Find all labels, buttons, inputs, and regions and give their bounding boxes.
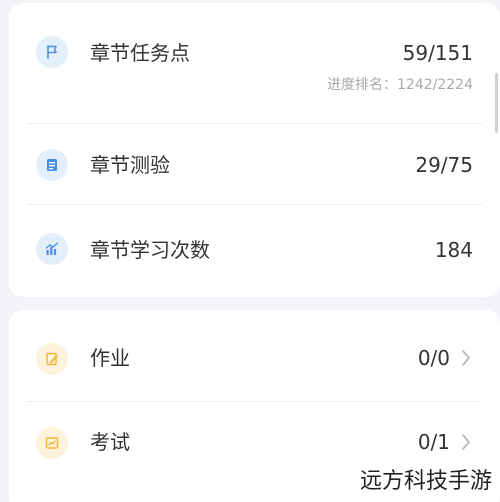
page: 章节任务点 59/151 进度排名：1242/2224 章节测验 29/75 章… [0,0,500,502]
chapter-study-row[interactable]: 章节学习次数 184 [9,205,500,293]
chapter-tasks-row[interactable]: 章节任务点 59/151 进度排名：1242/2224 [9,3,500,123]
scrollbar[interactable] [495,73,498,133]
chapter-quiz-label: 章节测验 [90,153,170,177]
exam-label: 考试 [90,430,130,454]
bar-chart-icon [36,233,68,265]
homework-value: 0/0 [417,346,450,370]
edit-icon [36,343,68,375]
progress-rank: 进度排名：1242/2224 [327,77,473,93]
exam-value: 0/1 [417,430,450,454]
flag-icon [36,36,68,68]
chapter-quiz-row[interactable]: 章节测验 29/75 [9,124,500,204]
exam-icon [36,427,68,459]
chapter-tasks-value: 59/151 [402,41,473,65]
document-icon [36,149,68,181]
homework-row[interactable]: 作业 0/0 [9,310,500,400]
chevron-right-icon [459,347,473,369]
chapter-tasks-label: 章节任务点 [90,41,190,65]
progress-card: 章节任务点 59/151 进度排名：1242/2224 章节测验 29/75 章… [9,3,500,297]
chapter-study-label: 章节学习次数 [90,238,210,262]
chapter-quiz-value: 29/75 [415,153,473,177]
watermark: 远方科技手游 [357,468,494,496]
chapter-study-value: 184 [434,238,473,262]
homework-label: 作业 [90,346,130,370]
chevron-right-icon [459,431,473,453]
